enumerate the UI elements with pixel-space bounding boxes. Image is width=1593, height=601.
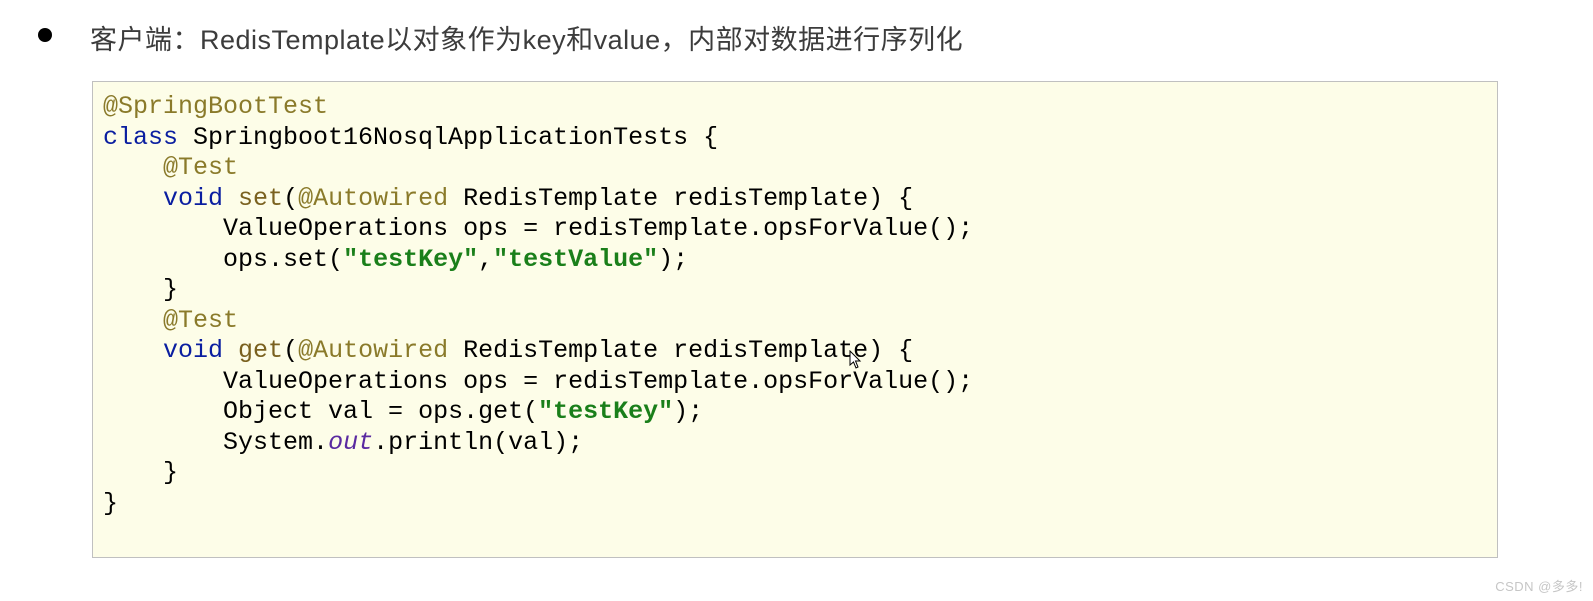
bullet-row: 客户端：RedisTemplate以对象作为key和value，内部对数据进行序… xyxy=(0,0,1593,57)
annotation-autowired: @Autowired xyxy=(298,184,448,213)
annotation-test: @Test xyxy=(163,153,238,182)
code-line: System. xyxy=(223,428,328,457)
brace: } xyxy=(163,458,178,487)
string-literal: "testValue" xyxy=(493,245,658,274)
indent xyxy=(103,458,163,487)
string-literal: "testKey" xyxy=(343,245,478,274)
indent xyxy=(103,367,223,396)
method-set: set xyxy=(238,184,283,213)
code-block: @SpringBootTest class Springboot16NosqlA… xyxy=(92,81,1498,558)
indent xyxy=(103,245,223,274)
field-out: out xyxy=(328,428,373,457)
indent xyxy=(103,184,163,213)
bullet-dot-icon xyxy=(38,28,52,42)
indent xyxy=(103,275,163,304)
space xyxy=(223,184,238,213)
indent xyxy=(103,428,223,457)
watermark: CSDN @多多! xyxy=(1495,576,1583,595)
annotation-springboottest: @SpringBootTest xyxy=(103,92,328,121)
paren: ( xyxy=(283,336,298,365)
code-line: ValueOperations ops = redisTemplate.opsF… xyxy=(223,214,973,243)
method-get: get xyxy=(238,336,283,365)
comma: , xyxy=(478,245,493,274)
brace: } xyxy=(103,489,118,518)
code-line: .println(val); xyxy=(373,428,583,457)
code-line: Object val = ops.get( xyxy=(223,397,538,426)
semicolon: ); xyxy=(658,245,688,274)
indent xyxy=(103,214,223,243)
indent xyxy=(103,397,223,426)
code-line: ops.set( xyxy=(223,245,343,274)
params: RedisTemplate redisTemplate) { xyxy=(448,184,913,213)
keyword-void: void xyxy=(163,184,223,213)
indent xyxy=(103,153,163,182)
indent xyxy=(103,336,163,365)
keyword-void: void xyxy=(163,336,223,365)
annotation-test: @Test xyxy=(163,306,238,335)
space xyxy=(223,336,238,365)
annotation-autowired: @Autowired xyxy=(298,336,448,365)
bullet-text: 客户端：RedisTemplate以对象作为key和value，内部对数据进行序… xyxy=(90,18,963,57)
string-literal: "testKey" xyxy=(538,397,673,426)
semicolon: ); xyxy=(673,397,703,426)
code-line: ValueOperations ops = redisTemplate.opsF… xyxy=(223,367,973,396)
brace: } xyxy=(163,275,178,304)
keyword-class: class xyxy=(103,123,178,152)
class-decl: Springboot16NosqlApplicationTests { xyxy=(178,123,718,152)
paren: ( xyxy=(283,184,298,213)
indent xyxy=(103,306,163,335)
params: RedisTemplate redisTemplate) { xyxy=(448,336,913,365)
